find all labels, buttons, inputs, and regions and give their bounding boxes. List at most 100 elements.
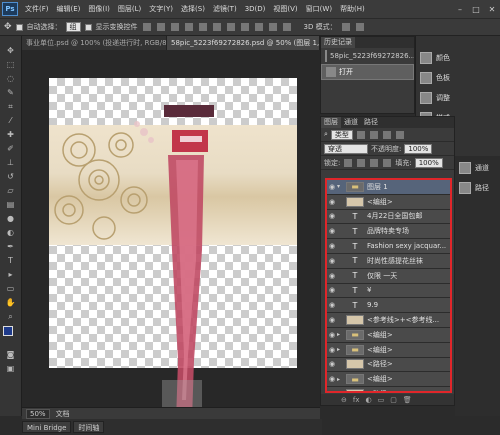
- expand-arrow-icon[interactable]: ▾: [337, 183, 343, 190]
- filter-shape-icon[interactable]: [395, 130, 404, 139]
- layer-row[interactable]: ◉ <路径>: [327, 387, 450, 391]
- timeline-tab[interactable]: 时间轴: [73, 421, 105, 433]
- lasso-tool-icon[interactable]: ◌: [3, 72, 18, 85]
- layers-tab[interactable]: 图层: [321, 117, 341, 128]
- gradient-tool-icon[interactable]: ▤: [3, 198, 18, 211]
- blur-tool-icon[interactable]: ●: [3, 212, 18, 225]
- align-right-icon[interactable]: [212, 23, 221, 31]
- brush-tool-icon[interactable]: ✐: [3, 142, 18, 155]
- layer-row[interactable]: ◉ ▸ ▬ <编组>: [327, 343, 450, 358]
- dock-color[interactable]: 颜色: [420, 50, 450, 65]
- marquee-tool-icon[interactable]: ⬚: [3, 58, 18, 71]
- path-select-tool-icon[interactable]: ▸: [3, 268, 18, 281]
- eye-icon[interactable]: ◉: [327, 227, 337, 235]
- layer-filter-dropdown[interactable]: 类型: [330, 129, 353, 140]
- eye-icon[interactable]: ◉: [327, 257, 337, 265]
- eye-icon[interactable]: ◉: [327, 390, 337, 391]
- menu-filter[interactable]: 滤镜(T): [209, 4, 241, 14]
- layer-row[interactable]: ◉ T 品牌特卖专场: [327, 224, 450, 240]
- move-tool-icon[interactable]: ✥: [3, 44, 18, 57]
- history-brush-tool-icon[interactable]: ↺: [3, 170, 18, 183]
- align-middle-icon[interactable]: [156, 23, 165, 31]
- lock-all-icon[interactable]: [383, 158, 392, 167]
- dock-paths[interactable]: 路径: [459, 180, 489, 195]
- pen-tool-icon[interactable]: ✒: [3, 240, 18, 253]
- dock-adjustments[interactable]: 调整: [420, 90, 450, 105]
- roll-3d-icon[interactable]: [355, 23, 364, 31]
- document-tab[interactable]: 事业单位.psd @ 100% (投递进行时, RGB/8#): [22, 36, 167, 50]
- menu-type[interactable]: 文字(Y): [145, 4, 177, 14]
- canvas-area[interactable]: [22, 50, 320, 407]
- opacity-input[interactable]: 100%: [404, 143, 433, 154]
- eye-icon[interactable]: ◉: [327, 316, 337, 324]
- quick-select-tool-icon[interactable]: ✎: [3, 86, 18, 99]
- auto-select-checkbox[interactable]: [15, 23, 23, 31]
- show-transform-checkbox[interactable]: [84, 23, 92, 31]
- filter-adjust-icon[interactable]: [369, 130, 378, 139]
- rotate-3d-icon[interactable]: [341, 23, 350, 31]
- menu-help[interactable]: 帮助(H): [336, 4, 369, 14]
- history-step[interactable]: 打开: [321, 64, 414, 80]
- expand-arrow-icon[interactable]: ▸: [337, 346, 343, 353]
- hand-tool-icon[interactable]: ✋: [3, 296, 18, 309]
- history-tab[interactable]: 历史记录: [321, 37, 355, 48]
- distribute-bottom-icon[interactable]: [254, 23, 263, 31]
- layer-row[interactable]: ◉ <参考线>+<参考线...: [327, 313, 450, 328]
- eye-icon[interactable]: ◉: [327, 183, 337, 191]
- menu-3d[interactable]: 3D(D): [241, 5, 270, 13]
- blend-mode-dropdown[interactable]: 穿透: [324, 143, 368, 154]
- menu-file[interactable]: 文件(F): [21, 4, 53, 14]
- distribute-left-icon[interactable]: [268, 23, 277, 31]
- menu-image[interactable]: 图像(I): [84, 4, 114, 14]
- distribute-middle-icon[interactable]: [240, 23, 249, 31]
- expand-arrow-icon[interactable]: ▸: [337, 376, 343, 383]
- channels-tab[interactable]: 通道: [341, 117, 361, 128]
- layer-row[interactable]: ◉ T Fashion sexy jacquar...: [327, 239, 450, 254]
- lock-position-icon[interactable]: [370, 158, 379, 167]
- document-tab-active[interactable]: 58pic_5223f69272826.psd @ 50% (图层 1, RGB…: [167, 36, 320, 50]
- zoom-level[interactable]: 50%: [26, 408, 50, 419]
- align-center-icon[interactable]: [198, 23, 207, 31]
- eye-icon[interactable]: ◉: [327, 286, 337, 294]
- stamp-tool-icon[interactable]: ⊥: [3, 156, 18, 169]
- crop-tool-icon[interactable]: ⌗: [3, 100, 18, 113]
- lock-pixels-icon[interactable]: [357, 158, 366, 167]
- distribute-center-icon[interactable]: [282, 23, 291, 31]
- new-layer-icon[interactable]: ▢: [390, 396, 397, 404]
- filter-text-icon[interactable]: [382, 130, 391, 139]
- align-bottom-icon[interactable]: [170, 23, 179, 31]
- close-icon[interactable]: ✕: [484, 5, 500, 14]
- layer-row[interactable]: ◉ T 仅限 一天: [327, 269, 450, 284]
- eraser-tool-icon[interactable]: ▱: [3, 184, 18, 197]
- eye-icon[interactable]: ◉: [327, 375, 337, 383]
- shape-tool-icon[interactable]: ▭: [3, 282, 18, 295]
- align-top-icon[interactable]: [142, 23, 151, 31]
- mini-bridge-tab[interactable]: Mini Bridge: [22, 421, 72, 433]
- filter-pixel-icon[interactable]: [356, 130, 365, 139]
- move-tool-icon[interactable]: ✥: [4, 22, 12, 32]
- distribute-top-icon[interactable]: [226, 23, 235, 31]
- fx-icon[interactable]: fx: [353, 396, 360, 404]
- menu-window[interactable]: 窗口(W): [302, 4, 336, 14]
- paths-tab[interactable]: 路径: [361, 117, 381, 128]
- eye-icon[interactable]: ◉: [327, 212, 337, 220]
- menu-view[interactable]: 视图(V): [269, 4, 301, 14]
- dodge-tool-icon[interactable]: ◐: [3, 226, 18, 239]
- expand-arrow-icon[interactable]: ▸: [337, 331, 343, 338]
- layer-row[interactable]: ◉ T 4月22日全国包邮: [327, 210, 450, 225]
- trash-icon[interactable]: 🗑: [403, 396, 412, 404]
- quick-mask-icon[interactable]: ◙: [3, 348, 18, 361]
- dock-channels[interactable]: 通道: [459, 160, 489, 175]
- dock-swatches[interactable]: 色板: [420, 70, 450, 85]
- layer-row[interactable]: ◉ T 时尚性感提花丝袜: [327, 254, 450, 269]
- lock-transparent-icon[interactable]: [344, 158, 353, 167]
- layer-group-row[interactable]: ◉ ▾ ▬ 图层 1: [327, 180, 450, 195]
- auto-select-dropdown[interactable]: 组: [65, 22, 81, 32]
- mask-icon[interactable]: ▭: [378, 396, 385, 404]
- healing-tool-icon[interactable]: ✚: [3, 128, 18, 141]
- menu-select[interactable]: 选择(S): [177, 4, 209, 14]
- align-left-icon[interactable]: [184, 23, 193, 31]
- eye-icon[interactable]: ◉: [327, 242, 337, 250]
- eye-icon[interactable]: ◉: [327, 331, 337, 339]
- layer-row[interactable]: ◉ T ¥: [327, 284, 450, 299]
